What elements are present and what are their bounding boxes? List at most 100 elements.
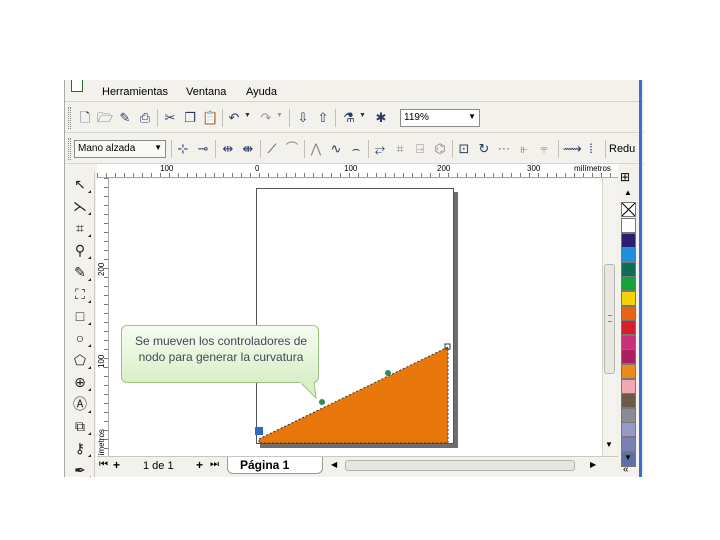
palette-menu-icon[interactable]: ⊞ xyxy=(620,170,630,184)
zoom-dropdown-icon[interactable]: ▼ xyxy=(468,112,476,121)
smooth-node-icon[interactable]: ∿ xyxy=(328,141,344,157)
pick-tool-icon[interactable]: ↖ xyxy=(70,174,91,194)
launcher-dropdown-icon[interactable]: ▼ xyxy=(359,112,366,119)
color-swatch[interactable] xyxy=(621,334,636,350)
delete-node-icon[interactable]: ⊸ xyxy=(195,141,211,157)
polygon-tool-icon[interactable]: ⬠ xyxy=(70,350,91,370)
break-curve-icon[interactable]: ⇼ xyxy=(240,141,256,157)
outline-tool-icon[interactable]: ✒ xyxy=(70,460,91,477)
last-page-icon[interactable]: ⏭ xyxy=(210,459,219,470)
auto-close-icon[interactable]: ⌬ xyxy=(432,141,448,157)
paste-icon[interactable]: 📋 xyxy=(202,110,218,126)
color-swatch[interactable] xyxy=(621,305,636,321)
copy-icon[interactable]: ❐ xyxy=(182,110,198,126)
join-nodes-icon[interactable]: ⇹ xyxy=(220,141,236,157)
vertical-scrollbar[interactable]: ▼ xyxy=(602,178,616,463)
menu-ayuda[interactable]: Ayuda xyxy=(246,86,277,98)
palette-scroll-down-icon[interactable]: ▼ xyxy=(624,453,632,462)
undo-icon[interactable]: ↶ xyxy=(226,110,242,126)
cut-icon[interactable]: ✂ xyxy=(162,110,178,126)
color-swatch[interactable] xyxy=(621,247,636,263)
application-launcher-icon[interactable]: ⚗ xyxy=(341,110,357,126)
eyedropper-tool-icon[interactable]: ⚷ xyxy=(70,438,91,458)
vertical-ruler[interactable]: 200 100 milímetros xyxy=(96,178,109,466)
scroll-right-icon[interactable]: ▶ xyxy=(590,460,596,469)
toolbar-grip[interactable] xyxy=(68,107,71,129)
align-nodes-icon[interactable]: ⋯ xyxy=(496,141,512,157)
color-swatch[interactable] xyxy=(621,422,636,438)
menu-ventana[interactable]: Ventana xyxy=(186,86,226,98)
reduce-nodes-label[interactable]: Redu xyxy=(609,143,635,155)
reverse-direction-icon[interactable]: ⥂ xyxy=(372,141,388,157)
color-swatch[interactable] xyxy=(621,218,636,233)
property-bar-grip[interactable] xyxy=(68,138,71,160)
convert-to-curve-icon[interactable]: ⌒ xyxy=(284,141,300,157)
print-icon[interactable]: ⎙ xyxy=(137,110,153,126)
freehand-tool-icon[interactable]: ✎ xyxy=(70,262,91,282)
no-color-swatch[interactable] xyxy=(621,202,636,217)
open-icon[interactable]: 🗁 xyxy=(97,110,113,126)
color-swatch[interactable] xyxy=(621,393,636,409)
color-swatch[interactable] xyxy=(621,291,636,306)
rectangle-tool-icon[interactable]: □ xyxy=(70,306,91,326)
add-node-icon[interactable]: ⊹ xyxy=(175,141,191,157)
page-tab[interactable]: Página 1 xyxy=(227,457,323,474)
color-swatch[interactable] xyxy=(621,276,636,292)
control-handle[interactable] xyxy=(385,370,391,376)
color-swatch[interactable] xyxy=(621,407,636,423)
color-swatch[interactable] xyxy=(621,320,636,336)
menu-herramientas[interactable]: Herramientas xyxy=(102,86,168,98)
horizontal-ruler[interactable]: 100 0 100 200 300 milímetros xyxy=(97,164,618,178)
stretch-nodes-icon[interactable]: ⊡ xyxy=(456,141,472,157)
text-tool-icon[interactable]: Ⓐ xyxy=(70,394,91,414)
crop-tool-icon[interactable]: ⌗ xyxy=(70,218,91,238)
zoom-tool-icon[interactable]: ⚲ xyxy=(70,240,91,260)
extract-subpath-icon[interactable]: ⍈ xyxy=(412,141,428,157)
redo-dropdown-icon[interactable]: ▼ xyxy=(276,112,283,119)
mirror-horizontal-icon[interactable]: ⫦ xyxy=(516,141,532,157)
ellipse-tool-icon[interactable]: ○ xyxy=(70,328,91,348)
add-page-before-icon[interactable]: + xyxy=(113,458,120,472)
elastic-mode-icon[interactable]: ⟿ xyxy=(563,141,582,157)
ruler-unit-label: milímetros xyxy=(574,164,611,173)
interactive-blend-tool-icon[interactable]: ⧉ xyxy=(70,416,91,436)
smart-fill-tool-icon[interactable]: ⛶ xyxy=(70,284,91,304)
zoom-select[interactable]: 119% ▼ xyxy=(400,109,480,127)
new-document-icon[interactable]: 🗋 xyxy=(77,110,93,126)
ruler-tick-label: 200 xyxy=(437,164,451,173)
color-swatch[interactable] xyxy=(621,261,636,277)
color-swatch[interactable] xyxy=(621,378,636,394)
redo-icon[interactable]: ↷ xyxy=(258,110,274,126)
start-node-handle[interactable] xyxy=(255,427,263,435)
welcome-screen-icon[interactable]: ✱ xyxy=(373,110,389,126)
scroll-left-icon[interactable]: ◀ xyxy=(331,460,337,469)
color-swatch[interactable] xyxy=(621,232,636,248)
control-handle[interactable] xyxy=(319,399,325,405)
palette-expand-icon[interactable]: « xyxy=(623,464,629,475)
symmetrical-node-icon[interactable]: ⌢ xyxy=(348,141,364,157)
first-page-icon[interactable]: ⏮ xyxy=(99,459,108,470)
selection-mode-dropdown-icon[interactable]: ▼ xyxy=(154,143,162,152)
selection-mode-select[interactable]: Mano alzada ▼ xyxy=(74,140,166,158)
cusp-node-icon[interactable]: ⋀ xyxy=(308,141,324,157)
basic-shapes-tool-icon[interactable]: ⊕ xyxy=(70,372,91,392)
color-swatch[interactable] xyxy=(621,437,636,452)
shape-tool-icon[interactable]: ⋋ xyxy=(70,196,91,216)
select-all-nodes-icon[interactable]: ⁞ xyxy=(583,141,599,157)
vertical-scroll-thumb[interactable] xyxy=(604,264,615,374)
convert-to-line-icon[interactable]: ⟋ xyxy=(264,141,280,157)
save-icon[interactable]: ✎ xyxy=(117,110,133,126)
extend-curve-icon[interactable]: ⌗ xyxy=(392,141,408,157)
export-icon[interactable]: ⇧ xyxy=(315,110,331,126)
color-swatch[interactable] xyxy=(621,349,636,365)
palette-scroll-up-icon[interactable]: ▲ xyxy=(624,188,632,197)
horizontal-scroll-thumb[interactable] xyxy=(345,460,575,471)
add-page-after-icon[interactable]: + xyxy=(196,458,203,472)
scroll-down-icon[interactable]: ▼ xyxy=(605,440,613,449)
undo-dropdown-icon[interactable]: ▼ xyxy=(244,112,251,119)
rotate-nodes-icon[interactable]: ↻ xyxy=(476,141,492,157)
import-icon[interactable]: ⇩ xyxy=(295,110,311,126)
mirror-vertical-icon[interactable]: ⫧ xyxy=(536,141,552,157)
document-navigator: ⏮ + 1 de 1 + ⏭ Página 1 ◀ ▶ xyxy=(97,456,618,475)
color-swatch[interactable] xyxy=(621,364,636,379)
